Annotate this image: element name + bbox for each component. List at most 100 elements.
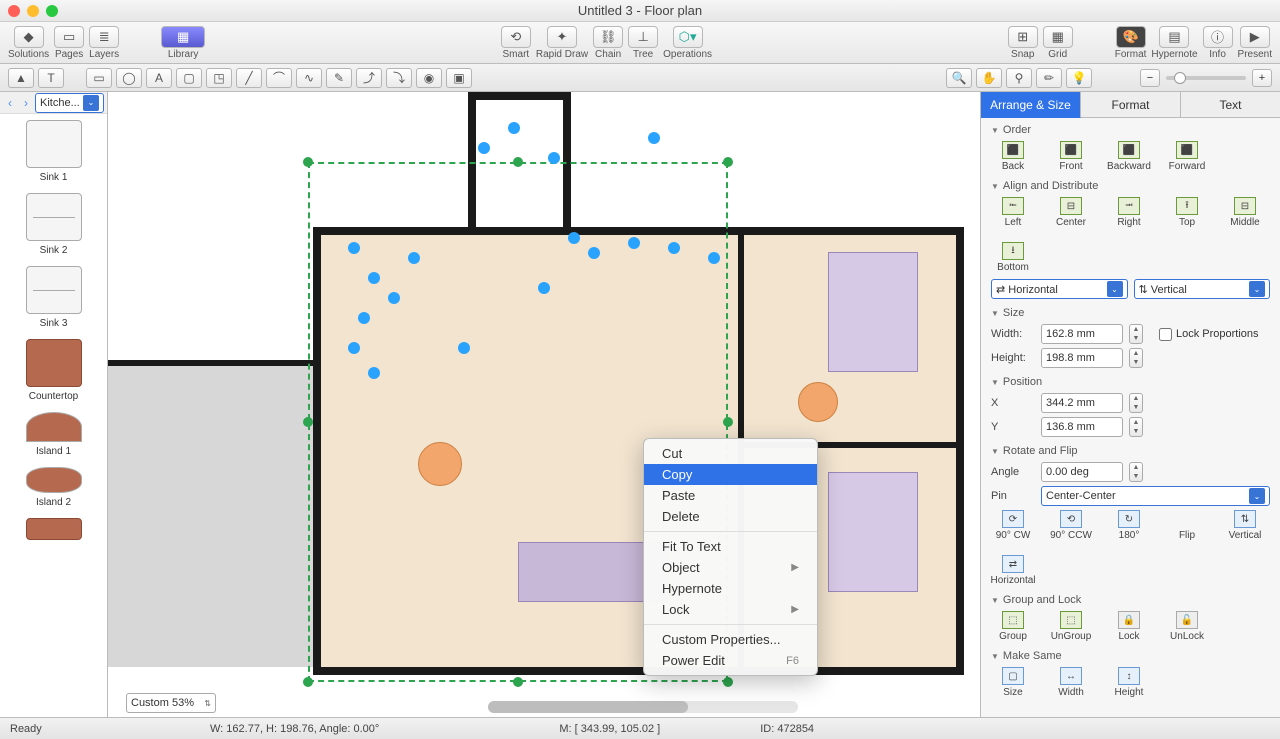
cm-paste[interactable]: Paste [644, 485, 817, 506]
info-button[interactable]: ⓘ [1203, 26, 1233, 48]
curve-tool[interactable]: ∿ [296, 68, 322, 88]
lock-proportions-check[interactable] [1159, 328, 1172, 341]
horizontal-scrollbar[interactable] [488, 701, 798, 713]
zoom-tool[interactable]: 🔍 [946, 68, 972, 88]
x-stepper[interactable]: ▲▼ [1129, 393, 1143, 413]
hypernote-button[interactable]: ▤ [1159, 26, 1189, 48]
rect-tool[interactable]: ▭ [86, 68, 112, 88]
hand-tool[interactable]: ✋ [976, 68, 1002, 88]
cm-delete[interactable]: Delete [644, 506, 817, 527]
same-size[interactable]: ▢Size [991, 667, 1035, 698]
same-height[interactable]: ↕Height [1107, 667, 1151, 698]
cm-fit[interactable]: Fit To Text [644, 536, 817, 557]
y-input[interactable]: 136.8 mm [1041, 417, 1123, 437]
lib-item-island2[interactable]: Island 2 [4, 467, 103, 508]
line-tool[interactable]: ╱ [236, 68, 262, 88]
flip-vertical[interactable]: ⇅Vertical [1223, 510, 1267, 541]
cm-copy[interactable]: Copy [644, 464, 817, 485]
eyedropper-tool[interactable]: ⚲ [1006, 68, 1032, 88]
rotate-180[interactable]: ↻180° [1107, 510, 1151, 541]
lib-item-countertop[interactable]: Countertop [4, 339, 103, 402]
lib-back-button[interactable]: ‹ [3, 95, 17, 111]
grid-button[interactable]: ▦ [1043, 26, 1073, 48]
distribute-h[interactable]: ⇄ Horizontal⌄ [991, 279, 1128, 299]
select-tool[interactable]: ▲ [8, 68, 34, 88]
layers-button[interactable]: ≣ [89, 26, 119, 48]
connector2-tool[interactable]: ⤵ [386, 68, 412, 88]
cm-object[interactable]: Object▶ [644, 557, 817, 578]
tree-button[interactable]: ⊥ [628, 26, 658, 48]
lock-btn[interactable]: 🔒Lock [1107, 611, 1151, 642]
rapiddraw-button[interactable]: ✦ [547, 26, 577, 48]
present-button[interactable]: ▶ [1240, 26, 1270, 48]
zoom-in-button[interactable]: + [1252, 69, 1272, 87]
ellipse-tool[interactable]: ◯ [116, 68, 142, 88]
textbox-tool[interactable]: ▢ [176, 68, 202, 88]
order-front[interactable]: ⬛Front [1049, 141, 1093, 172]
align-left[interactable]: ⭰Left [991, 197, 1035, 228]
align-top[interactable]: ⭱Top [1165, 197, 1209, 228]
order-back[interactable]: ⬛Back [991, 141, 1035, 172]
canvas[interactable]: Cut Copy Paste Delete Fit To Text Object… [108, 92, 980, 717]
zoom-select[interactable]: Custom 53%⇅ [126, 693, 216, 713]
text-tool[interactable]: T [38, 68, 64, 88]
align-right[interactable]: ⭲Right [1107, 197, 1151, 228]
tab-format[interactable]: Format [1081, 92, 1181, 118]
flip-horizontal[interactable]: ⇄Horizontal [991, 555, 1035, 586]
connector-tool[interactable]: ⤴ [356, 68, 382, 88]
tab-arrange[interactable]: Arrange & Size [981, 92, 1081, 118]
pin-select[interactable]: Center-Center⌄ [1041, 486, 1270, 506]
snap-button[interactable]: ⊞ [1008, 26, 1038, 48]
cm-custom[interactable]: Custom Properties... [644, 629, 817, 650]
align-bottom[interactable]: ⭳Bottom [991, 242, 1035, 273]
cm-power[interactable]: Power EditF6 [644, 650, 817, 671]
distribute-v[interactable]: ⇅ Vertical⌄ [1134, 279, 1271, 299]
height-input[interactable]: 198.8 mm [1041, 348, 1123, 368]
insert-tool[interactable]: ▣ [446, 68, 472, 88]
text-shape-tool[interactable]: A [146, 68, 172, 88]
order-forward[interactable]: ⬛Forward [1165, 141, 1209, 172]
chain-button[interactable]: ⛓ [593, 26, 623, 48]
unlock-btn[interactable]: 🔓UnLock [1165, 611, 1209, 642]
lamp-tool[interactable]: 💡 [1066, 68, 1092, 88]
angle-input[interactable]: 0.00 deg [1041, 462, 1123, 482]
zoom-out-button[interactable]: − [1140, 69, 1160, 87]
library-button[interactable]: ▦ [161, 26, 205, 48]
angle-stepper[interactable]: ▲▼ [1129, 462, 1143, 482]
order-backward[interactable]: ⬛Backward [1107, 141, 1151, 172]
height-stepper[interactable]: ▲▼ [1129, 348, 1143, 368]
y-stepper[interactable]: ▲▼ [1129, 417, 1143, 437]
format-button[interactable]: 🎨 [1116, 26, 1146, 48]
smart-button[interactable]: ⟲ [501, 26, 531, 48]
tab-text[interactable]: Text [1181, 92, 1280, 118]
lib-item-sink3[interactable]: Sink 3 [4, 266, 103, 329]
arc-tool[interactable]: ⌒ [266, 68, 292, 88]
group-btn[interactable]: ⬚Group [991, 611, 1035, 642]
lib-item-extra[interactable] [4, 518, 103, 540]
same-width[interactable]: ↔Width [1049, 667, 1093, 698]
lib-fwd-button[interactable]: › [19, 95, 33, 111]
solutions-button[interactable]: ◆ [14, 26, 44, 48]
library-selector[interactable]: Kitche...⌄ [35, 93, 104, 113]
pages-button[interactable]: ▭ [54, 26, 84, 48]
zoom-slider[interactable] [1166, 76, 1246, 80]
align-middle[interactable]: ⊟Middle [1223, 197, 1267, 228]
x-input[interactable]: 344.2 mm [1041, 393, 1123, 413]
align-center[interactable]: ⊟Center [1049, 197, 1093, 228]
cm-cut[interactable]: Cut [644, 443, 817, 464]
width-input[interactable]: 162.8 mm [1041, 324, 1123, 344]
pen-tool[interactable]: ✎ [326, 68, 352, 88]
cm-hypernote[interactable]: Hypernote [644, 578, 817, 599]
callout-tool[interactable]: ◳ [206, 68, 232, 88]
lib-item-island1[interactable]: Island 1 [4, 412, 103, 457]
width-stepper[interactable]: ▲▼ [1129, 324, 1143, 344]
rotate-cw[interactable]: ⟳90° CW [991, 510, 1035, 541]
ungroup-btn[interactable]: ⬚UnGroup [1049, 611, 1093, 642]
lib-item-sink2[interactable]: Sink 2 [4, 193, 103, 256]
cm-lock[interactable]: Lock▶ [644, 599, 817, 620]
rotate-ccw[interactable]: ⟲90° CCW [1049, 510, 1093, 541]
stamp-tool[interactable]: ◉ [416, 68, 442, 88]
lib-item-sink1[interactable]: Sink 1 [4, 120, 103, 183]
operations-button[interactable]: ⬡▾ [673, 26, 703, 48]
picker-tool[interactable]: ✏ [1036, 68, 1062, 88]
